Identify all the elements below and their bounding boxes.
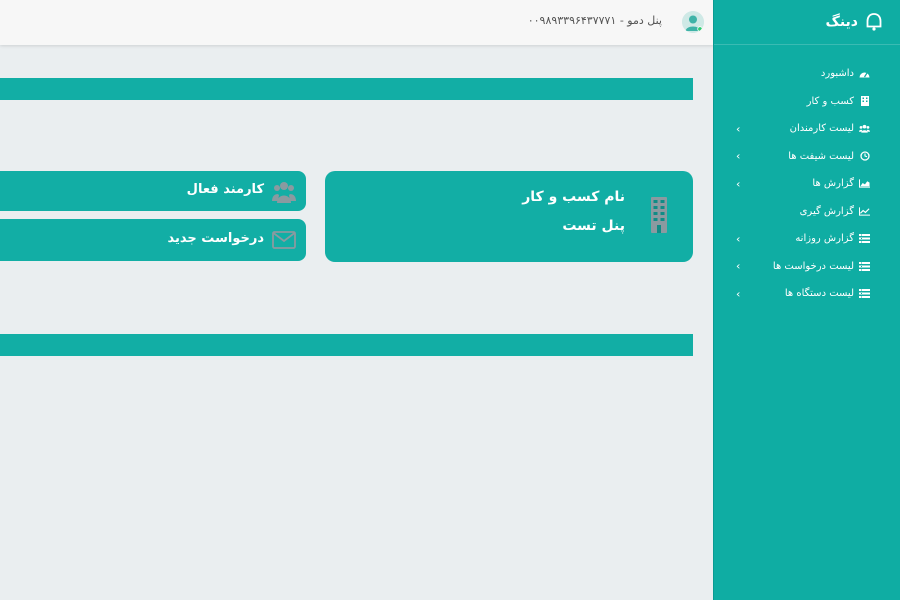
chevron-left-icon: ›: [736, 149, 741, 163]
chart-icon: [859, 179, 870, 189]
list-icon: [859, 234, 870, 244]
sidebar-item-dashboard[interactable]: داشبورد: [714, 60, 900, 88]
active-employee-label: کارمند فعال: [186, 182, 264, 197]
chevron-left-icon: ›: [736, 259, 741, 273]
sidebar-item-label: داشبورد: [820, 68, 854, 80]
list-icon: [859, 261, 870, 271]
chevron-left-icon: ›: [736, 122, 741, 136]
building-icon: [859, 96, 870, 107]
sidebar-item-employees[interactable]: لیست کارمندان ›: [714, 115, 900, 143]
sidebar-item-label: گزارش گیری: [799, 205, 854, 217]
sidebar-item-requests[interactable]: لیست درخواست ها ›: [714, 253, 900, 281]
user-avatar-icon[interactable]: [682, 11, 704, 33]
sidebar-item-label: لیست شیفت ها: [788, 150, 854, 162]
section-header-bar: [0, 78, 693, 100]
active-employee-card[interactable]: کارمند فعال: [0, 171, 306, 211]
sidebar-item-daily-report[interactable]: گزارش روزانه ›: [714, 225, 900, 253]
dashboard-icon: [859, 69, 870, 79]
sidebar-item-reporting[interactable]: گزارش گیری: [714, 198, 900, 226]
clock-icon: [859, 151, 870, 161]
chevron-left-icon: ›: [736, 177, 741, 191]
brand-name: دینگ: [825, 14, 859, 30]
sidebar-item-label: گزارش روزانه: [795, 233, 854, 245]
business-name-value: پنل تست: [562, 218, 625, 234]
envelope-icon: [272, 231, 296, 253]
business-card: نام کسب و کار پنل تست: [325, 171, 693, 262]
line-chart-icon: [859, 206, 870, 216]
brand-logo[interactable]: دینگ: [826, 10, 885, 34]
users-icon: [272, 179, 296, 207]
building-icon: [651, 197, 667, 237]
sidebar-item-label: لیست درخواست ها: [772, 260, 854, 272]
section-footer-bar: [0, 334, 693, 356]
sidebar-item-label: کسب و کار: [806, 95, 854, 107]
sidebar-item-label: لیست کارمندان: [789, 123, 854, 135]
list-icon: [859, 289, 870, 299]
sidebar-item-label: گزارش ها: [812, 178, 854, 190]
sidebar-item-devices[interactable]: لیست دستگاه ها ›: [714, 280, 900, 308]
brand-divider: [714, 44, 900, 45]
chevron-left-icon: ›: [736, 287, 741, 301]
sidebar: دینگ داشبورد کسب و کار لیست کارمندان › ل…: [713, 0, 900, 600]
sidebar-item-shifts[interactable]: لیست شیفت ها ›: [714, 143, 900, 171]
sidebar-menu: داشبورد کسب و کار لیست کارمندان › لیست ش…: [714, 60, 900, 308]
business-name-label: نام کسب و کار: [522, 189, 625, 205]
sidebar-item-reports[interactable]: گزارش ها ›: [714, 170, 900, 198]
user-info-text[interactable]: پنل دمو - ۰۰۹۸۹۳۳۹۶۴۳۷۷۷۱: [528, 14, 662, 27]
sidebar-item-business[interactable]: کسب و کار: [714, 88, 900, 116]
sidebar-item-label: لیست دستگاه ها: [784, 288, 854, 300]
new-request-card[interactable]: درخواست جدید: [0, 219, 306, 261]
chevron-left-icon: ›: [736, 232, 741, 246]
new-request-label: درخواست جدید: [167, 231, 264, 246]
users-icon: [859, 124, 870, 134]
top-bar: پنل دمو - ۰۰۹۸۹۳۳۹۶۴۳۷۷۷۱: [0, 0, 714, 45]
bell-icon: [866, 13, 882, 31]
